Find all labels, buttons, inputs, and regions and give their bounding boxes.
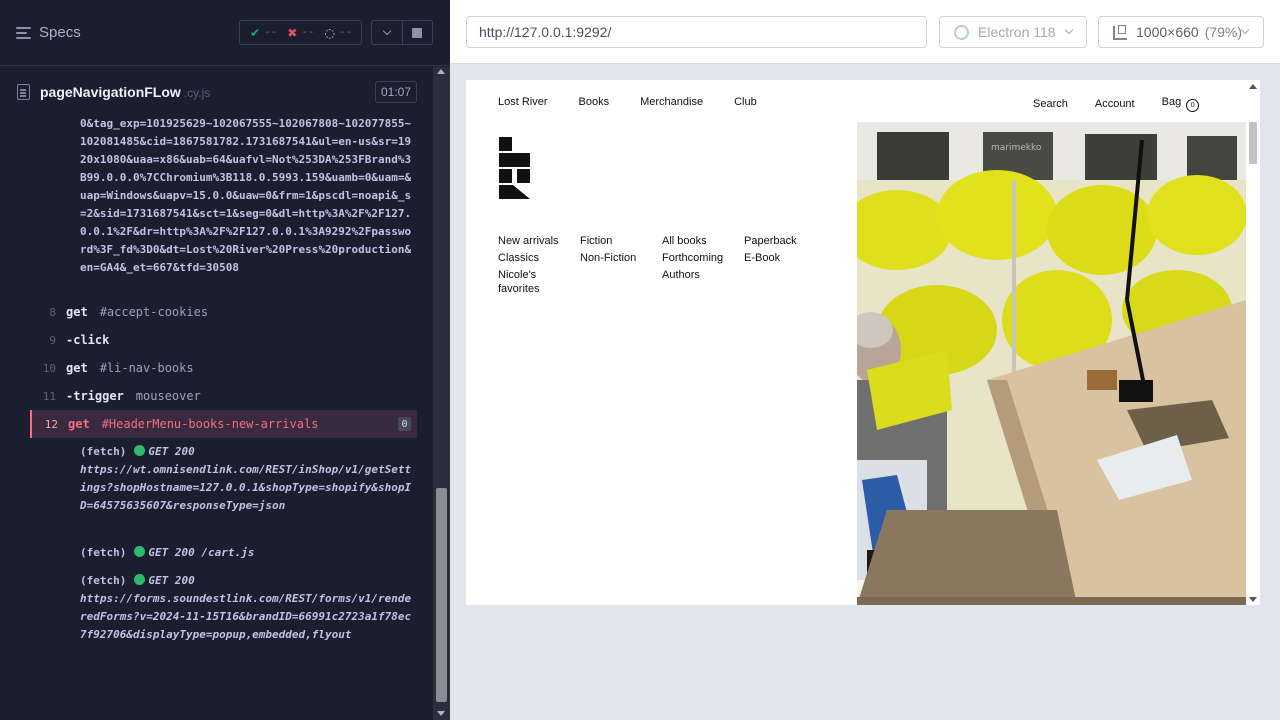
command-message: mouseover [135,389,201,403]
books-mega-menu: New arrivals Fiction All books Paperback… [498,234,826,296]
scrollbar-thumb[interactable] [436,488,447,702]
status-dot-icon [134,445,146,456]
hero-image: marimekko [857,80,1246,605]
menu-fiction[interactable]: Fiction [580,234,662,248]
check-icon: ✔ [250,25,261,40]
command-row-active[interactable]: 12 get #HeaderMenu-books-new-arrivals 0 [30,410,417,438]
test-stats: ✔ -- ✖ -- ◌ -- [239,20,362,45]
specs-nav-button[interactable]: Specs [16,24,81,41]
command-message: #accept-cookies [99,305,209,319]
command-name: get [68,417,90,431]
chevron-down-icon [1064,25,1074,35]
menu-forthcoming[interactable]: Forthcoming [662,251,744,265]
site-nav-left: Lost River Books Merchandise Club [498,96,757,108]
command-list: 0&tag_exp=101925629~102067555~102067808~… [30,117,417,667]
status-dot-icon [134,546,146,557]
x-icon: ✖ [287,25,298,40]
fetch-log-entry[interactable]: (fetch) GET 200 /cart.js [80,544,415,562]
reporter-scrollbar[interactable] [433,67,450,720]
site-nav-right: Search Account Bag 0 [1033,96,1200,112]
failed-count: ✖ -- [287,25,315,40]
command-message: #HeaderMenu-books-new-arrivals [101,417,319,431]
command-name: -click [66,333,110,347]
passed-count: ✔ -- [250,25,278,40]
fetch-log-entry[interactable]: (fetch) GET 200 https://forms.soundestlin… [80,572,415,644]
fetch-url: https://wt.omnisendlink.com/REST/inShop/… [80,463,412,512]
menu-icon [16,26,31,39]
pending-icon: ◌ [324,25,336,40]
menu-nicoles-favorites[interactable]: Nicole's favorites [498,268,570,296]
menu-classics[interactable]: Classics [498,251,580,265]
nav-books[interactable]: Books [579,96,610,108]
aut-iframe: Lost River Books Merchandise Club New ar… [466,80,1246,605]
scroll-up-icon[interactable] [1249,84,1257,89]
nav-bag[interactable]: Bag 0 [1162,96,1200,112]
nav-club[interactable]: Club [734,96,757,108]
electron-icon [954,25,969,40]
status-dot-icon [134,574,146,585]
menu-e-book[interactable]: E-Book [744,251,826,265]
command-message: #li-nav-books [99,361,194,375]
site-logo[interactable] [499,137,530,199]
bag-count-badge: 0 [1186,99,1200,112]
menu-all-books[interactable]: All books [662,234,744,248]
browser-selector[interactable]: Electron 118 [939,16,1087,48]
stop-icon [412,27,423,38]
viewport-selector[interactable]: 1000×660 (79%) [1098,16,1264,48]
nav-account[interactable]: Account [1095,98,1135,110]
fetch-url: https://forms.soundestlink.com/REST/form… [80,592,412,641]
command-row[interactable]: 8 get #accept-cookies [30,298,417,326]
command-name: get [66,305,88,319]
aut-header: http://127.0.0.1:9292/ Electron 118 1000… [450,0,1280,64]
command-name: get [66,361,88,375]
spec-header[interactable]: pageNavigationFLow .cy.js 01:07 [0,67,432,117]
photo-sign-text: marimekko [991,143,1042,153]
scroll-down-icon[interactable] [1249,597,1257,602]
menu-non-fiction[interactable]: Non-Fiction [580,251,662,265]
scroll-up-icon[interactable] [437,69,445,74]
chevron-down-icon [382,26,392,35]
viewport-icon [1113,25,1127,40]
menu-new-arrivals[interactable]: New arrivals [498,234,580,248]
nav-search[interactable]: Search [1033,98,1068,110]
file-icon [17,84,30,100]
command-row[interactable]: 9 -click [30,326,417,354]
request-url-text: 0&tag_exp=101925629~102067555~102067808~… [80,117,412,274]
menu-paperback[interactable]: Paperback [744,234,826,248]
fetch-url: /cart.js [201,546,255,559]
nav-lost-river[interactable]: Lost River [498,96,548,108]
expand-button[interactable] [372,21,402,44]
stop-button[interactable] [401,21,432,44]
nav-merchandise[interactable]: Merchandise [640,96,703,108]
url-bar[interactable]: http://127.0.0.1:9292/ [466,16,927,48]
scroll-down-icon[interactable] [437,711,445,716]
command-name: -trigger [66,389,124,403]
command-row[interactable]: 10 get #li-nav-books [30,354,417,382]
run-controls [371,20,433,45]
aut-scrollbar[interactable] [1246,80,1260,605]
spec-duration: 01:07 [375,81,417,103]
reporter-header: Specs ✔ -- ✖ -- ◌ -- [0,0,450,66]
scrollbar-thumb[interactable] [1249,122,1257,164]
element-count-badge: 0 [398,417,411,431]
command-row[interactable]: 11 -trigger mouseover [30,382,417,410]
spec-name: pageNavigationFLow .cy.js [40,84,211,100]
menu-authors[interactable]: Authors [662,268,744,296]
pending-count: ◌ -- [324,25,353,40]
fetch-log-entry[interactable]: (fetch) GET 200 https://wt.omnisendlink.c… [80,443,415,515]
hero-photo: marimekko [857,80,1246,605]
app-under-test-panel: http://127.0.0.1:9292/ Electron 118 1000… [450,0,1280,720]
command-log-panel: Specs ✔ -- ✖ -- ◌ -- pageNavigationFLow .cy.… [0,0,450,720]
specs-label: Specs [39,24,81,41]
